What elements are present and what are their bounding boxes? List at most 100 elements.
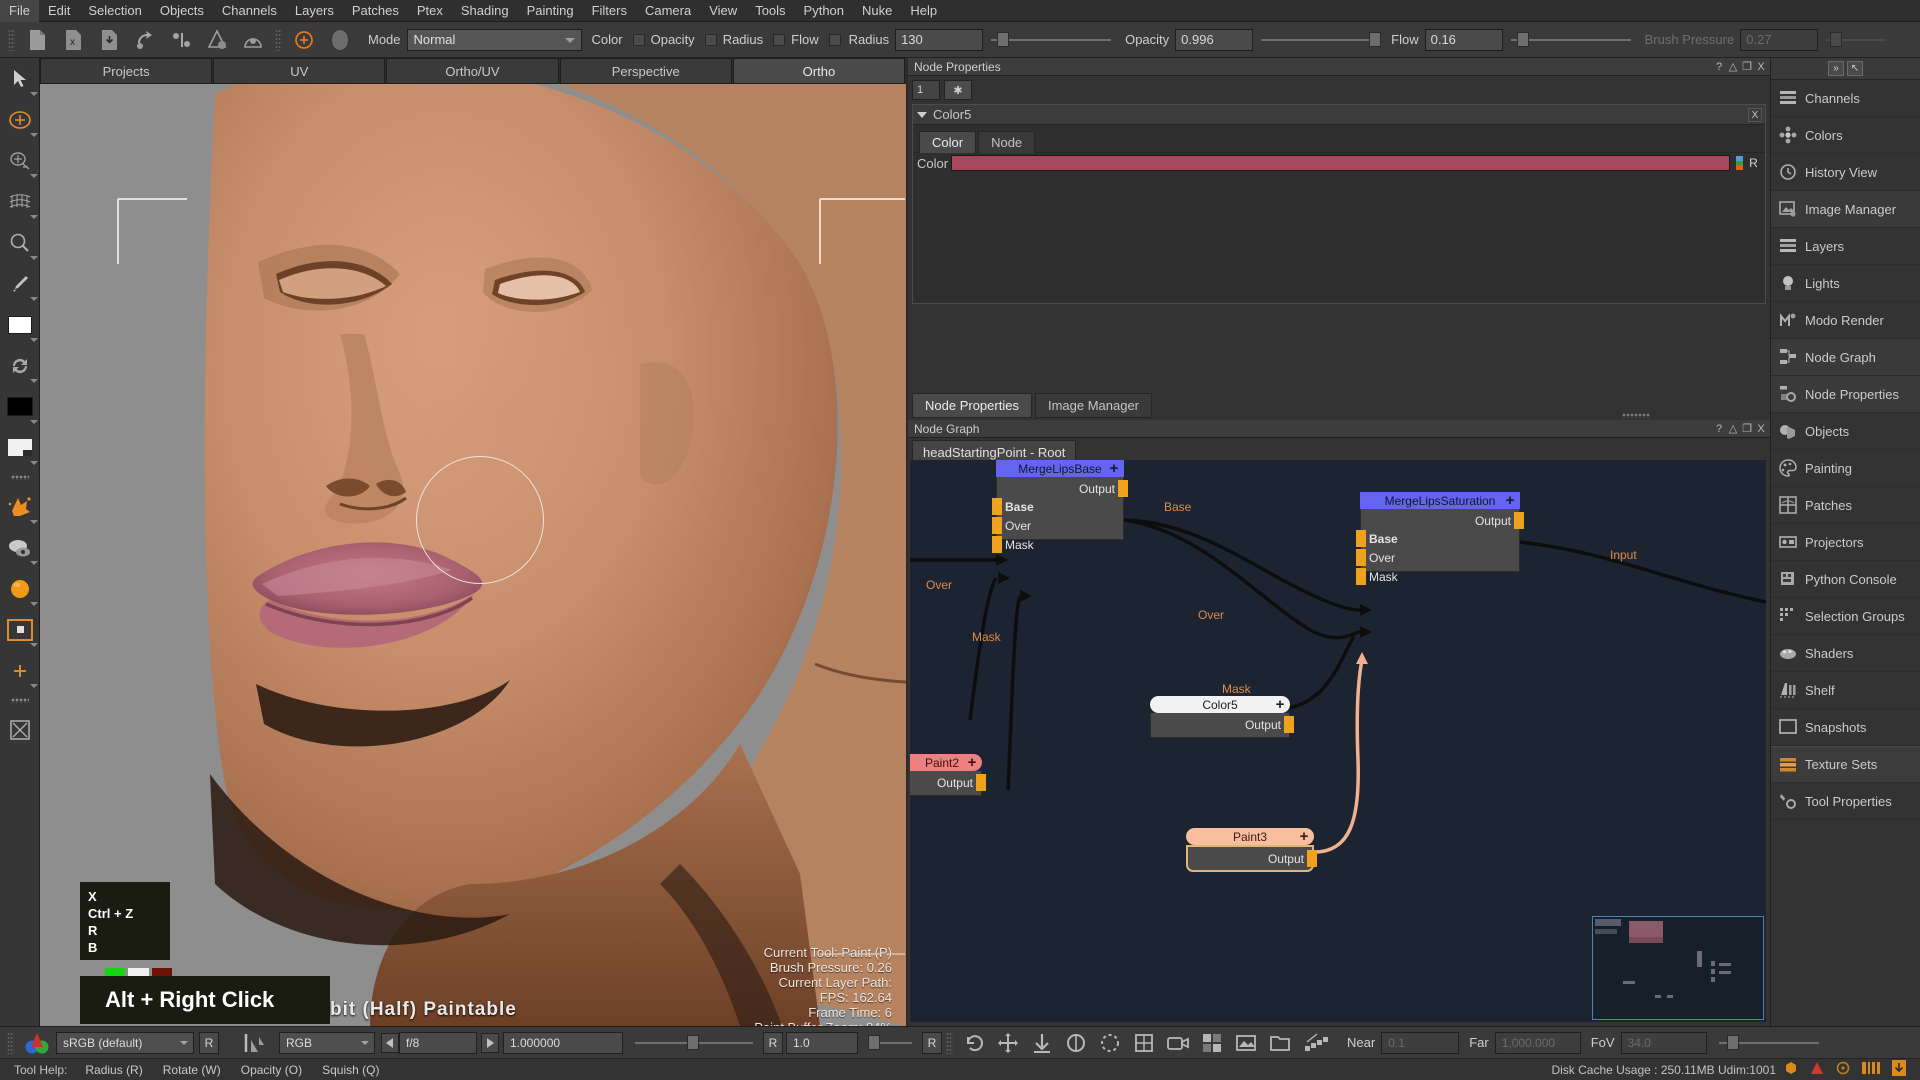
- select-arrow-tool[interactable]: [0, 58, 40, 99]
- drop-to-floor-button[interactable]: [1027, 1030, 1057, 1056]
- node-graph-minimap[interactable]: [1592, 916, 1764, 1020]
- new-file-button[interactable]: [22, 26, 52, 54]
- import-mesh-button[interactable]: [130, 26, 160, 54]
- clip-planes-icon[interactable]: [1299, 1030, 1335, 1056]
- info-icon[interactable]: [1836, 1061, 1850, 1078]
- close-file-button[interactable]: x: [58, 26, 88, 54]
- node-mergelipssaturation[interactable]: MergeLipsSaturation + Output Base Over Mask: [1356, 492, 1524, 585]
- node-graph-window-button-2[interactable]: ❐: [1741, 422, 1753, 435]
- sidebar-item-node-graph[interactable]: Node Graph: [1771, 339, 1920, 376]
- node-header-paint2[interactable]: Paint2 +: [910, 754, 982, 771]
- viewport-tab-projects[interactable]: Projects: [40, 58, 213, 84]
- background-color-swatch[interactable]: [0, 386, 40, 427]
- sidebar-item-projectors[interactable]: Projectors: [1771, 524, 1920, 561]
- sidebar-item-selection-groups[interactable]: Selection Groups: [1771, 598, 1920, 635]
- menu-item-help[interactable]: Help: [901, 0, 946, 22]
- sidebar-item-image-manager[interactable]: Image Manager: [1771, 191, 1920, 228]
- menu-item-selection[interactable]: Selection: [79, 0, 150, 22]
- node-header-mergelipssaturation[interactable]: MergeLipsSaturation +: [1360, 492, 1520, 509]
- menu-item-camera[interactable]: Camera: [636, 0, 700, 22]
- channel-select[interactable]: RGB: [279, 1031, 375, 1054]
- eyedropper-tool[interactable]: [0, 263, 40, 304]
- opacity-pressure-checkbox[interactable]: [704, 33, 717, 46]
- colorspace-icon[interactable]: [20, 1030, 54, 1056]
- sidebar-item-node-properties[interactable]: Node Properties: [1771, 376, 1920, 413]
- sidebar-pick-icon[interactable]: ↖: [1847, 61, 1863, 76]
- color5-group-header[interactable]: Color5 X: [913, 105, 1765, 125]
- node-output-port[interactable]: [1284, 716, 1294, 733]
- color5-subtab-node[interactable]: Node: [978, 131, 1036, 153]
- near-input[interactable]: 0.1: [1381, 1031, 1460, 1054]
- pin-node-button[interactable]: ✱: [944, 80, 972, 100]
- bottom-toolbar-grip[interactable]: [7, 1031, 14, 1054]
- paint-mode-button[interactable]: [289, 26, 319, 54]
- menu-item-shading[interactable]: Shading: [452, 0, 518, 22]
- sphere-material-tool[interactable]: [0, 568, 40, 609]
- blend-mode-select[interactable]: Normal: [406, 28, 582, 51]
- node-expand-plus-icon[interactable]: +: [962, 754, 982, 771]
- node-properties-window-button-1[interactable]: △: [1727, 60, 1739, 73]
- gain-reset-button[interactable]: R: [763, 1031, 783, 1054]
- toolbar-grip-2[interactable]: [275, 28, 282, 51]
- node-graph-canvas[interactable]: MergeLipsBase + Output Base Over Mask MergeLip…: [910, 460, 1766, 1022]
- node-header-color5[interactable]: Color5 +: [1150, 696, 1290, 713]
- magnify-tool[interactable]: [0, 222, 40, 263]
- colorspace-reset-button[interactable]: R: [199, 1031, 219, 1054]
- dock-tab-node-properties[interactable]: Node Properties: [912, 393, 1032, 418]
- flow-input[interactable]: 0.16: [1424, 28, 1503, 51]
- viewport-tab-perspective[interactable]: Perspective: [559, 58, 732, 84]
- node-output-port[interactable]: [1514, 512, 1524, 529]
- color5-subtab-color[interactable]: Color: [919, 131, 977, 153]
- viewport-layout-button[interactable]: [1197, 1030, 1227, 1056]
- node-graph-window-button-3[interactable]: X: [1755, 422, 1767, 435]
- curve-icon[interactable]: [239, 1030, 269, 1056]
- sidebar-item-shelf[interactable]: Shelf: [1771, 672, 1920, 709]
- exposure-up-button[interactable]: [481, 1032, 499, 1053]
- snap-button[interactable]: [1095, 1030, 1125, 1056]
- radius-input[interactable]: 130: [895, 28, 984, 51]
- node-graph-window-buttons[interactable]: ? △ ❐ X: [1713, 422, 1767, 436]
- mask-tool[interactable]: [0, 709, 40, 750]
- color-pressure-checkbox[interactable]: [632, 33, 645, 46]
- add-layer-tool[interactable]: [0, 650, 40, 691]
- node-paint3[interactable]: Paint3 + Output: [1186, 828, 1317, 872]
- camera-button[interactable]: [1163, 1030, 1193, 1056]
- color-reset-button[interactable]: R: [1746, 156, 1761, 170]
- color-swatch[interactable]: [951, 155, 1730, 171]
- second-reset-button[interactable]: R: [922, 1031, 942, 1054]
- sidebar-expand-icon[interactable]: »: [1828, 61, 1844, 76]
- menu-item-python[interactable]: Python: [795, 0, 853, 22]
- node-input-port-over[interactable]: [1356, 549, 1366, 566]
- dock-tab-image-manager[interactable]: Image Manager: [1034, 393, 1153, 418]
- node-color5[interactable]: Color5 + Output: [1150, 696, 1294, 738]
- sidebar-item-painting[interactable]: Painting: [1771, 450, 1920, 487]
- splatter-brush-tool[interactable]: [0, 486, 40, 527]
- color-picker-icon[interactable]: [1733, 155, 1746, 171]
- menu-item-view[interactable]: View: [700, 0, 746, 22]
- brush-pressure-input[interactable]: 0.27: [1740, 28, 1819, 51]
- node-input-port-base[interactable]: [1356, 530, 1366, 547]
- node-properties-window-buttons[interactable]: ? △ ❐ X: [1713, 60, 1767, 74]
- sidebar-item-shaders[interactable]: Shaders: [1771, 635, 1920, 672]
- opacity-input[interactable]: 0.996: [1175, 28, 1254, 51]
- menu-item-file[interactable]: File: [0, 0, 39, 22]
- node-properties-window-button-0[interactable]: ?: [1713, 60, 1725, 73]
- gain-input[interactable]: 1.0: [786, 1031, 858, 1054]
- sidebar-item-snapshots[interactable]: Snapshots: [1771, 709, 1920, 746]
- menu-item-patches[interactable]: Patches: [343, 0, 408, 22]
- visibility-tool[interactable]: [0, 527, 40, 568]
- radius-slider[interactable]: [991, 30, 1112, 50]
- paint-tool[interactable]: [0, 609, 40, 650]
- add-point-tool[interactable]: [0, 99, 40, 140]
- toolbar-grip[interactable]: [8, 28, 15, 51]
- menu-item-ptex[interactable]: Ptex: [408, 0, 452, 22]
- undo-button[interactable]: [959, 1030, 989, 1056]
- radius-pressure-checkbox[interactable]: [773, 33, 786, 46]
- flow-slider[interactable]: [1510, 30, 1631, 50]
- panel-resize-handle[interactable]: [1622, 413, 1650, 418]
- clone-tool[interactable]: [0, 140, 40, 181]
- node-index-field[interactable]: 1: [912, 80, 940, 100]
- menu-item-edit[interactable]: Edit: [39, 0, 79, 22]
- download-status-icon[interactable]: [1892, 1060, 1906, 1079]
- menu-item-channels[interactable]: Channels: [213, 0, 286, 22]
